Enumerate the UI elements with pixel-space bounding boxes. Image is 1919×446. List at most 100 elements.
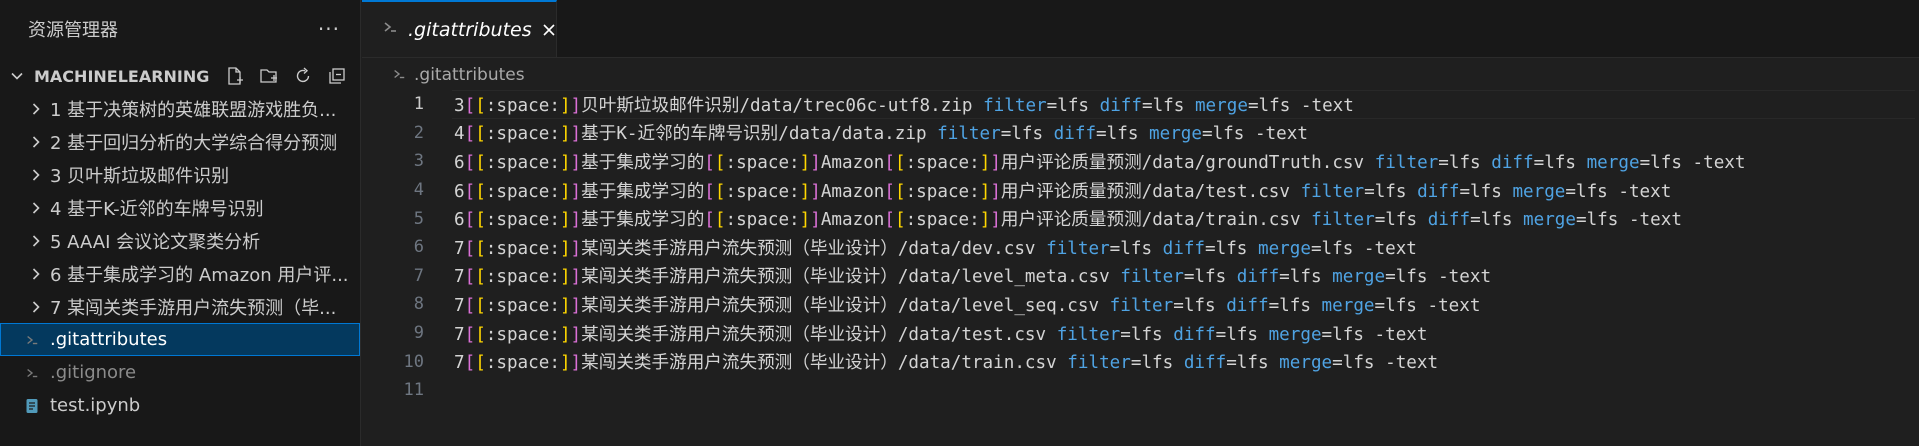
token: =lfs	[1183, 267, 1237, 288]
tree-folder[interactable]: 1 基于决策树的英雄联盟游戏胜负...	[0, 92, 360, 125]
tree-folder[interactable]: 4 基于K-近邻的车牌号识别	[0, 191, 360, 224]
attribute-key: merge	[1321, 295, 1375, 316]
bracket: ]	[559, 181, 571, 202]
token: =lfs -text	[1201, 124, 1308, 145]
token: 基于K-近邻的车牌号识别/data/data.zip	[581, 124, 938, 145]
bracket: ]	[570, 324, 582, 345]
tree-folder[interactable]: 7 某闯关类手游用户流失预测（毕...	[0, 290, 360, 323]
line-content: 7[[:space:]]某闯关类手游用户流失预测（毕业设计）/data/leve…	[454, 292, 1480, 317]
bracket: ]	[559, 95, 571, 116]
attribute-key: merge	[1194, 95, 1248, 116]
line-content: 7[[:space:]]某闯关类手游用户流失预测（毕业设计）/data/leve…	[454, 263, 1491, 288]
line-content: 4[[:space:]]基于K-近邻的车牌号识别/data/data.zip f…	[454, 120, 1308, 145]
chevron-right-icon	[26, 234, 46, 248]
chevron-right-icon	[26, 168, 46, 182]
code-line[interactable]: 3 6[[:space:]]基于集成学习的[[:space:]]Amazon[[:…	[362, 147, 1919, 176]
tree-item-label: 7 某闯关类手游用户流失预测（毕...	[50, 297, 337, 319]
bracket: [	[884, 152, 895, 173]
settings-file-icon	[392, 65, 406, 86]
more-actions-button[interactable]: ···	[318, 17, 340, 41]
explorer-sidebar: 资源管理器 ··· MACHINELEARNING 1 基于决策树的英雄联盟游戏…	[0, 0, 361, 446]
tree-folder[interactable]: 2 基于回归分析的大学综合得分预测	[0, 125, 360, 158]
tree-folder[interactable]: 5 AAAI 会议论文聚类分析	[0, 224, 360, 257]
bracket: ]	[979, 210, 991, 231]
token: Amazon	[820, 210, 885, 231]
bracket: [	[475, 152, 486, 173]
refresh-icon[interactable]	[292, 65, 314, 87]
line-number: 6	[413, 237, 424, 258]
bracket: [	[464, 124, 476, 145]
token: =lfs	[1470, 210, 1524, 231]
token: :space:	[485, 324, 560, 345]
code-line[interactable]: 10 7[[:space:]]某闯关类手游用户流失预测（毕业设计）/data/tr…	[362, 347, 1919, 376]
settings-file-icon	[22, 333, 42, 347]
bracket: [	[464, 353, 476, 374]
code-line[interactable]: 5 6[[:space:]]基于集成学习的[[:space:]]Amazon[[:…	[362, 204, 1919, 233]
token: 某闯关类手游用户流失预测（毕业设计）/data/level_meta.csv	[581, 267, 1121, 288]
code-line[interactable]: 4 6[[:space:]]基于集成学习的[[:space:]]Amazon[[:…	[362, 176, 1919, 205]
bracket: ]	[799, 210, 811, 231]
bracket: ]	[570, 353, 582, 374]
new-folder-icon[interactable]	[258, 65, 280, 87]
close-icon[interactable]	[542, 19, 556, 41]
code-line[interactable]: 1 3[[:space:]]贝叶斯垃圾邮件识别/data/trec06c-utf8…	[362, 90, 1919, 119]
code-line[interactable]: 8 7[[:space:]]某闯关类手游用户流失预测（毕业设计）/data/lev…	[362, 290, 1919, 319]
tree-item-label: test.ipynb	[50, 395, 141, 416]
code-line[interactable]: 9 7[[:space:]]某闯关类手游用户流失预测（毕业设计）/data/tes…	[362, 319, 1919, 348]
attribute-key: merge	[1257, 238, 1311, 259]
token: =lfs	[1279, 267, 1333, 288]
tree-folder[interactable]: 6 基于集成学习的 Amazon 用户评...	[0, 257, 360, 290]
bracket: ]	[979, 152, 991, 173]
bracket: ]	[559, 324, 571, 345]
bracket: ]	[570, 238, 582, 259]
code-line[interactable]: 2 4[[:space:]]基于K-近邻的车牌号识别/data/data.zip …	[362, 119, 1919, 148]
attribute-key: diff	[1183, 353, 1227, 374]
bracket: ]	[570, 95, 582, 116]
bracket: ]	[570, 124, 582, 145]
tree-file[interactable]: .gitignore	[0, 356, 360, 389]
token: 某闯关类手游用户流失预测（毕业设计）/data/level_seq.csv	[581, 295, 1110, 316]
collapse-all-icon[interactable]	[326, 65, 348, 87]
bracket: [	[475, 267, 486, 288]
token: =lfs	[1109, 238, 1163, 259]
bracket: ]	[990, 210, 1001, 231]
bracket: [	[714, 210, 726, 231]
token: =lfs -text	[1565, 181, 1672, 202]
breadcrumb-file[interactable]: .gitattributes	[414, 65, 525, 85]
bracket: ]	[810, 181, 821, 202]
attribute-key: filter	[1120, 267, 1184, 288]
bracket: ]	[810, 210, 821, 231]
token: 4	[454, 124, 465, 145]
bracket: [	[894, 152, 906, 173]
token: =lfs	[1000, 124, 1054, 145]
bracket: [	[464, 95, 476, 116]
tab-gitattributes[interactable]: .gitattributes	[362, 0, 557, 57]
new-file-icon[interactable]	[224, 65, 246, 87]
bracket: ]	[559, 210, 571, 231]
token: =lfs	[1268, 295, 1322, 316]
bracket: [	[894, 181, 906, 202]
token: 某闯关类手游用户流失预测（毕业设计）/data/dev.csv	[581, 238, 1047, 259]
tree-file[interactable]: .gitattributes	[0, 323, 360, 356]
bracket: ]	[570, 267, 582, 288]
bracket: ]	[979, 181, 991, 202]
tree-folder[interactable]: 3 贝叶斯垃圾邮件识别	[0, 158, 360, 191]
bracket: [	[714, 181, 726, 202]
line-content: 7[[:space:]]某闯关类手游用户流失预测（毕业设计）/data/dev.…	[454, 235, 1417, 260]
bracket: [	[475, 181, 486, 202]
code-line[interactable]: 6 7[[:space:]]某闯关类手游用户流失预测（毕业设计）/data/dev…	[362, 233, 1919, 262]
tree-item-label: .gitattributes	[50, 329, 168, 350]
bracket: [	[464, 238, 476, 259]
code-line[interactable]: 7 7[[:space:]]某闯关类手游用户流失预测（毕业设计）/data/lev…	[362, 262, 1919, 291]
settings-file-icon	[382, 19, 398, 40]
code-editor[interactable]: 1 3[[:space:]]贝叶斯垃圾邮件识别/data/trec06c-utf8…	[362, 90, 1919, 405]
bracket: [	[475, 295, 486, 316]
tree-file[interactable]: test.ipynb	[0, 389, 360, 422]
code-line[interactable]: 11	[362, 376, 1919, 405]
attribute-key: merge	[1149, 124, 1202, 145]
tree-item-label: 2 基于回归分析的大学综合得分预测	[50, 132, 338, 154]
token: =lfs -text	[1374, 295, 1481, 316]
token: =lfs	[1173, 295, 1227, 316]
workspace-section-header[interactable]: MACHINELEARNING	[0, 60, 360, 92]
token: 用户评论质量预测/data/test.csv	[1000, 181, 1301, 202]
